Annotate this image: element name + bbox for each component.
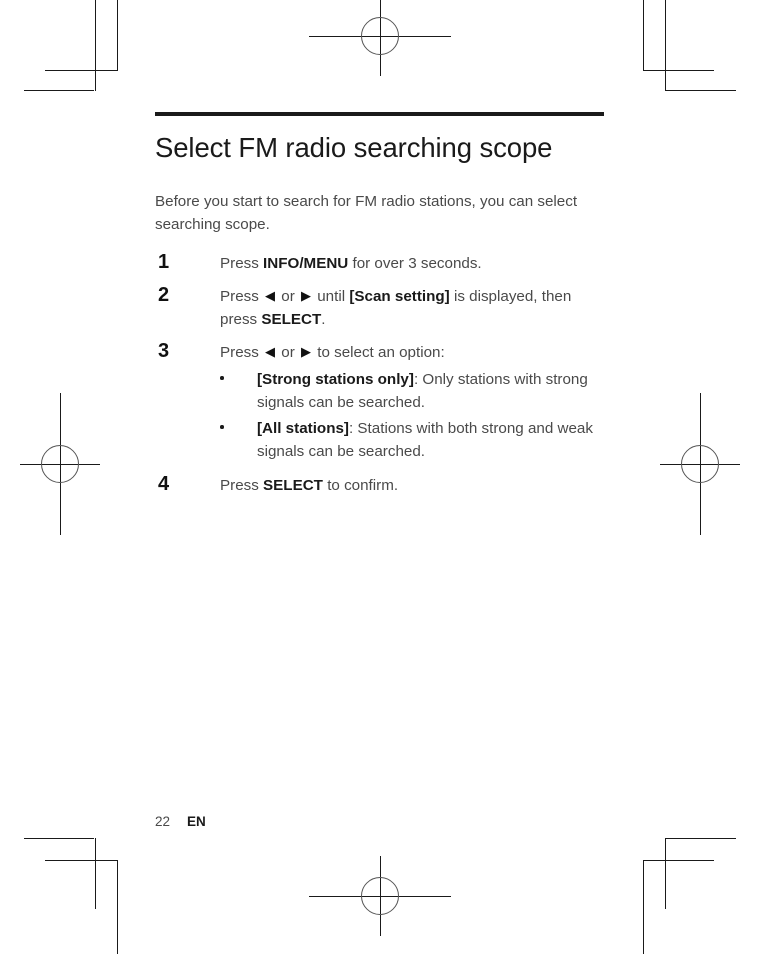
page-footer: 22 EN <box>155 814 206 829</box>
step-text: Press SELECT to confirm. <box>220 477 398 494</box>
step-text: Press INFO/MENU for over 3 seconds. <box>220 255 482 272</box>
text-run: or <box>277 287 299 305</box>
emphasized-text: [Strong stations only] <box>257 371 414 389</box>
left-arrow-icon: ◀ <box>265 344 276 360</box>
instruction-steps: 1 Press INFO/MENU for over 3 seconds. 2 Pre… <box>155 250 605 497</box>
emphasized-text: SELECT <box>261 311 322 328</box>
title-rule <box>155 112 604 116</box>
registration-circle <box>41 445 79 483</box>
page-number: 22 <box>155 814 171 829</box>
text-run: . <box>321 311 326 328</box>
step-option-list: [Strong stations only]: Only stations wi… <box>220 368 605 463</box>
bullet-dot-icon <box>220 376 224 380</box>
instruction-step: 1 Press INFO/MENU for over 3 seconds. <box>155 250 605 275</box>
registration-circle <box>361 877 399 915</box>
emphasized-text: [All stations] <box>257 420 349 438</box>
left-arrow-icon: ◀ <box>265 287 276 303</box>
text-run: to select an option: <box>313 344 445 362</box>
emphasized-text: INFO/MENU <box>263 254 349 272</box>
instruction-step: 3 Press ◀ or ▶ to select an option: [Stron… <box>155 340 605 463</box>
text-run: Press <box>220 344 264 362</box>
text-run: to confirm. <box>322 476 399 494</box>
text-run: Press <box>220 254 264 272</box>
right-arrow-icon: ▶ <box>301 344 311 360</box>
step-number: 1 <box>158 250 170 273</box>
emphasized-text: SELECT <box>263 476 323 494</box>
content-column: Select FM radio searching scope Before y… <box>155 112 605 497</box>
instruction-step: 4 Press SELECT to confirm. <box>155 472 605 497</box>
step-number: 3 <box>158 340 170 363</box>
text-run: Press <box>220 287 264 305</box>
list-item: [Strong stations only]: Only stations wi… <box>220 368 605 414</box>
text-run: until <box>313 287 350 305</box>
text-run: for over 3 seconds. <box>348 254 482 272</box>
right-arrow-icon: ▶ <box>301 287 311 303</box>
option-text: [All stations]: Stations with both stron… <box>257 417 605 463</box>
instruction-step: 2 Press ◀ or ▶ until [Scan setting] is di… <box>155 283 605 331</box>
step-number: 2 <box>158 283 170 306</box>
text-run: Press <box>220 476 264 494</box>
document-page: Select FM radio searching scope Before y… <box>0 0 761 954</box>
text-run: or <box>277 344 299 362</box>
option-text: [Strong stations only]: Only stations wi… <box>257 368 605 414</box>
list-item: [All stations]: Stations with both stron… <box>220 417 605 463</box>
page-title: Select FM radio searching scope <box>155 132 553 163</box>
step-text: Press ◀ or ▶ until [Scan setting] is dis… <box>220 288 571 328</box>
intro-paragraph: Before you start to search for FM radio … <box>155 192 578 233</box>
bullet-dot-icon <box>220 425 224 429</box>
emphasized-text: [Scan setting] <box>349 287 450 305</box>
registration-circle <box>361 17 399 55</box>
page-language: EN <box>187 814 206 829</box>
step-number: 4 <box>158 472 170 495</box>
step-text: Press ◀ or ▶ to select an option: <box>220 344 445 361</box>
registration-circle <box>681 445 719 483</box>
